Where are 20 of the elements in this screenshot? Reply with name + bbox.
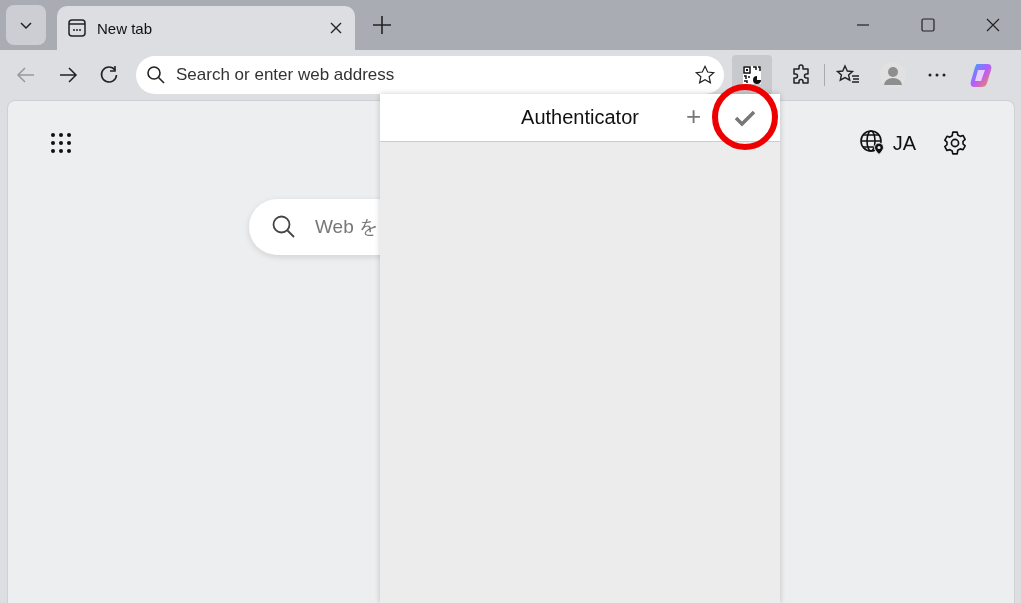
qr-code-icon xyxy=(742,65,762,85)
app-launcher-icon[interactable] xyxy=(49,131,73,155)
new-tab-icon[interactable] xyxy=(371,14,393,36)
language-label[interactable]: JA xyxy=(892,131,916,155)
add-button[interactable]: + xyxy=(686,102,702,130)
settings-icon[interactable] xyxy=(942,130,968,156)
maximize-icon[interactable] xyxy=(920,17,936,33)
tab-title: New tab xyxy=(97,19,154,37)
close-icon[interactable] xyxy=(329,21,343,35)
popup-title: Authenticator xyxy=(521,106,639,129)
address-bar[interactable]: Search or enter web address xyxy=(136,56,724,94)
star-icon[interactable] xyxy=(694,64,716,86)
highlight-circle xyxy=(711,83,779,151)
globe-location-icon[interactable] xyxy=(858,129,887,157)
close-icon[interactable] xyxy=(985,17,1001,33)
search-icon xyxy=(271,214,297,240)
new-tab-page-icon xyxy=(67,18,87,38)
refresh-icon[interactable] xyxy=(98,64,120,86)
search-icon xyxy=(146,65,166,85)
browser-tab[interactable]: New tab xyxy=(57,6,355,50)
